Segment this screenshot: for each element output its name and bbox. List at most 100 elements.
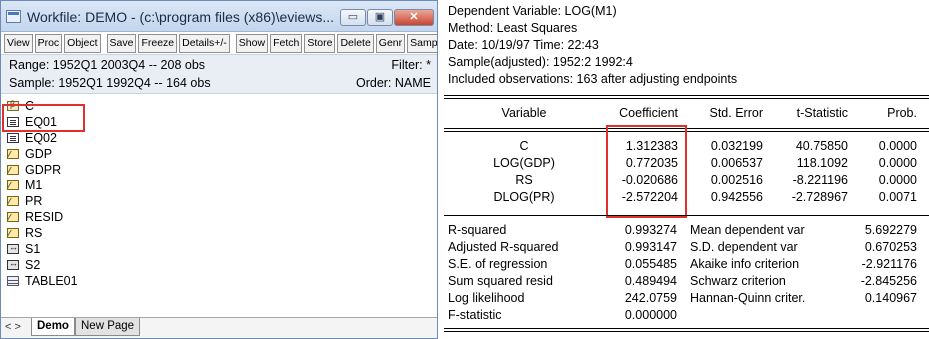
series-icon [7,212,19,223]
order-info[interactable]: Order: NAME [356,76,431,90]
delete-button[interactable]: Delete [337,34,374,53]
tab-demo[interactable]: Demo [31,318,75,336]
stat-value: 0.993147 [624,240,677,254]
object-item-s2[interactable]: S2 [7,257,427,273]
page-tab-bar: < > Demo New Page [1,317,437,338]
row-variable: LOG(GDP) [493,156,555,170]
workfile-toolbar: View Proc Object Save Freeze Details+/- … [4,34,437,53]
workfile-info-bar: Range: 1952Q1 2003Q4 -- 208 obs Sample: … [1,54,437,94]
series-icon [7,196,19,207]
stat-label: Mean dependent var [690,223,805,237]
eq01-highlight-box [2,104,85,132]
object-name: S2 [25,257,41,272]
method: Method: Least Squares [448,21,578,35]
workfile-titlebar[interactable]: Workfile: DEMO - (c:\program files (x86)… [1,1,437,32]
save-button[interactable]: Save [106,34,137,53]
range-value: 1952Q1 2003Q4 [52,58,146,72]
object-name: RESID [25,210,64,225]
maximize-button[interactable]: ▣ [367,9,393,26]
sample-obs: 164 obs [166,76,211,90]
series-icon [7,164,19,175]
stat-value: -2.921176 [861,257,917,271]
minimize-button[interactable]: ▭ [340,9,366,26]
object-name: EQ02 [25,130,57,145]
object-item-s1[interactable]: S1 [7,241,427,257]
object-name: RS [25,226,43,241]
object-item-pr[interactable]: PR [7,193,427,209]
rule-top [444,98,929,99]
stat-label: Hannan-Quinn criter. [690,291,806,305]
equation-output: Dependent Variable: LOG(M1) Method: Leas… [444,0,929,339]
row-std-error: 0.002516 [710,173,763,187]
object-name: PR [25,194,43,209]
object-name: TABLE01 [25,273,78,288]
store-button[interactable]: Store [304,34,336,53]
column-header-prob: Prob. [887,106,917,120]
range-label: Range: [9,58,50,72]
object-item-table01[interactable]: TABLE01 [7,273,427,289]
object-name: GDPR [25,162,62,177]
workfile-title: Workfile: DEMO - (c:\program files (x86)… [27,9,335,25]
object-item-eq02[interactable]: EQ02 [7,130,427,146]
genr-button[interactable]: Genr [375,34,406,53]
rule-body [444,215,929,216]
sample-adjusted: Sample(adjusted): 1952:2 1992:4 [448,55,633,69]
range-obs: 208 obs [160,58,206,72]
row-variable: RS [515,173,533,187]
dependent-variable: Dependent Variable: LOG(M1) [448,4,617,18]
tab-new-page[interactable]: New Page [75,318,141,336]
scalar-icon [7,242,19,254]
show-button[interactable]: Show [235,34,269,53]
row-variable: C [519,139,529,153]
stat-label: S.D. dependent var [690,240,798,254]
row-t-statistic: -8.221196 [792,173,848,187]
object-button[interactable]: Object [64,34,101,53]
rule-top [444,95,929,96]
object-item-resid[interactable]: RESID [7,209,427,225]
stat-label: Sum squared resid [448,274,553,288]
object-item-gdp[interactable]: GDP [7,146,427,162]
object-item-gdpr[interactable]: GDPR [7,162,427,178]
row-std-error: 0.032199 [710,139,763,153]
row-t-statistic: 118.1092 [796,156,848,170]
freeze-button[interactable]: Freeze [138,34,178,53]
sample-info[interactable]: Sample: 1952Q1 1992Q4 -- 164 obs [9,76,211,90]
stat-label: Adjusted R-squared [448,240,559,254]
scalar-icon [7,258,19,270]
table-icon [7,275,19,286]
range-info[interactable]: Range: 1952Q1 2003Q4 -- 208 obs [9,58,205,72]
column-header-t-statistic: t-Statistic [796,106,848,120]
stat-label: F-statistic [448,308,502,322]
view-button[interactable]: View [4,34,33,53]
tab-scroll-arrows[interactable]: < > [5,321,21,333]
close-button[interactable]: ✕ [394,9,434,26]
object-name: GDP [25,146,53,161]
details-button[interactable]: Details+/- [179,34,230,53]
stat-value: 0.055485 [624,257,677,271]
sample-value: 1952Q1 1992Q4 [58,76,151,90]
coefficient-highlight-box [606,125,687,218]
row-prob: 0.0000 [878,139,917,153]
filter-info[interactable]: Filter: * [391,58,431,72]
stat-label: R-squared [448,223,507,237]
equation-icon [7,132,19,143]
series-icon [7,228,19,239]
fetch-button[interactable]: Fetch [270,34,303,53]
row-std-error: 0.006537 [710,156,763,170]
object-item-rs[interactable]: RS [7,225,427,241]
range-separator: -- [148,58,158,72]
stat-value: 0.993274 [624,223,677,237]
stat-value: 5.692279 [864,223,917,237]
object-name: S1 [25,241,41,256]
row-std-error: 0.942556 [710,190,763,204]
stat-value: 0.670253 [864,240,917,254]
column-header-std-error: Std. Error [709,106,764,120]
rule-bottom [444,331,929,332]
stat-label: Log likelihood [448,291,525,305]
proc-button[interactable]: Proc [34,34,63,53]
row-prob: 0.0071 [878,190,917,204]
sample-button[interactable]: Sampl [407,34,437,53]
stat-value: 0.000000 [624,308,677,322]
row-prob: 0.0000 [878,173,917,187]
object-item-m1[interactable]: M1 [7,177,427,193]
